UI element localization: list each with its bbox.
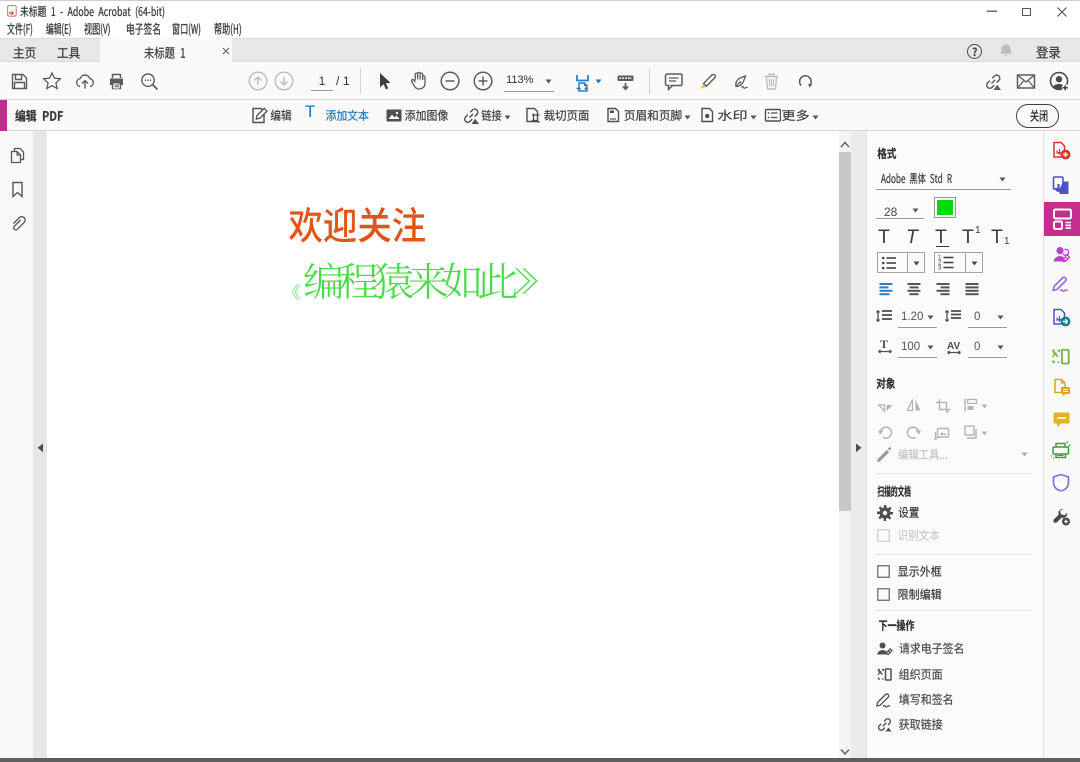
- svg-text:T: T: [880, 338, 888, 351]
- svg-text:AV: AV: [947, 341, 960, 352]
- svg-text:3: 3: [938, 265, 942, 272]
